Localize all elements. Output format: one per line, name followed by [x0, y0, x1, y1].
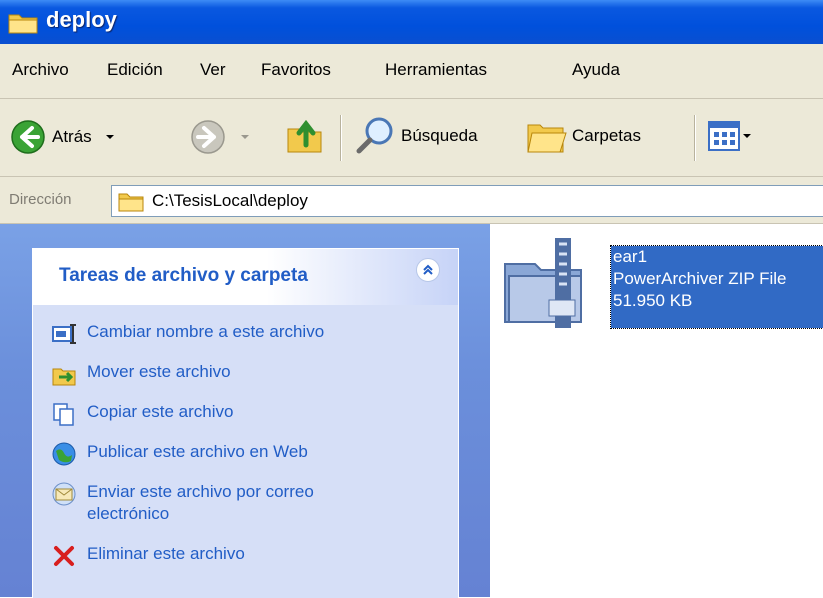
menu-herramientas[interactable]: Herramientas	[385, 60, 487, 80]
menu-bar: Archivo Edición Ver Favoritos Herramient…	[0, 44, 823, 99]
chevron-down-icon[interactable]	[742, 132, 752, 140]
file-tasks-panel: Tareas de archivo y carpeta Cambiar nomb…	[32, 248, 459, 598]
file-list: ear1 PowerArchiver ZIP File 51.950 KB	[491, 224, 823, 597]
menu-ayuda[interactable]: Ayuda	[572, 60, 620, 80]
chevron-down-icon[interactable]	[104, 132, 116, 142]
task-delete[interactable]: Eliminar este archivo	[51, 543, 397, 569]
toolbar: Atrás Búsqueda Carpetas	[0, 99, 823, 177]
menu-edicion[interactable]: Edición	[107, 60, 163, 80]
views-button[interactable]	[708, 121, 752, 151]
file-size: 51.950 KB	[613, 291, 693, 310]
task-label: Mover este archivo	[87, 362, 231, 381]
panel-title: Tareas de archivo y carpeta	[59, 265, 308, 286]
forward-arrow-icon	[191, 120, 225, 154]
task-move[interactable]: Mover este archivo	[51, 361, 397, 387]
task-email[interactable]: Enviar este archivo por correo electróni…	[51, 481, 397, 525]
rename-icon	[52, 324, 76, 344]
task-copy[interactable]: Copiar este archivo	[51, 401, 397, 427]
move-icon	[52, 368, 76, 386]
file-type: PowerArchiver ZIP File	[613, 269, 787, 288]
folders-button[interactable]: Carpetas	[526, 117, 641, 155]
folders-icon	[527, 124, 567, 153]
address-path: C:\TesisLocal\deploy	[152, 191, 308, 210]
task-label: Publicar este archivo en Web	[87, 442, 308, 461]
copy-icon	[53, 403, 74, 426]
zip-archive-icon	[504, 238, 582, 328]
task-label: Copiar este archivo	[87, 402, 234, 421]
delete-icon	[54, 546, 74, 566]
forward-button[interactable]	[190, 119, 250, 155]
back-label: Atrás	[52, 127, 92, 146]
task-label: Enviar este archivo por correo electróni…	[87, 482, 314, 523]
back-button[interactable]: Atrás	[10, 119, 116, 155]
file-selection[interactable]: ear1 PowerArchiver ZIP File 51.950 KB	[610, 245, 823, 329]
file-name: ear1	[613, 247, 648, 266]
task-rename[interactable]: Cambiar nombre a este archivo	[51, 321, 397, 347]
chevron-up-icon	[423, 264, 433, 275]
email-icon	[52, 482, 76, 506]
task-label: Eliminar este archivo	[87, 544, 245, 563]
task-publish-web[interactable]: Publicar este archivo en Web	[51, 441, 397, 467]
address-input[interactable]: C:\TesisLocal\deploy	[111, 185, 823, 217]
search-label: Búsqueda	[401, 126, 478, 145]
folder-icon	[118, 193, 144, 212]
menu-archivo[interactable]: Archivo	[12, 60, 69, 80]
collapse-button[interactable]	[416, 258, 440, 282]
task-label: Cambiar nombre a este archivo	[87, 322, 325, 341]
address-label: Dirección	[9, 191, 72, 208]
window-title: deploy	[46, 7, 117, 32]
up-folder-icon	[287, 119, 322, 153]
views-icon	[708, 121, 740, 151]
menu-ver[interactable]: Ver	[200, 60, 226, 80]
task-pane: Tareas de archivo y carpeta Cambiar nomb…	[0, 224, 490, 598]
title-bar: deploy	[0, 0, 823, 44]
address-bar: Dirección C:\TesisLocal\deploy	[0, 177, 823, 224]
publish-web-icon	[52, 442, 76, 466]
folders-label: Carpetas	[572, 126, 641, 145]
search-button[interactable]: Búsqueda	[355, 115, 478, 157]
folder-icon	[8, 14, 38, 34]
back-arrow-icon	[11, 120, 45, 154]
chevron-down-icon[interactable]	[240, 133, 250, 141]
panel-header[interactable]: Tareas de archivo y carpeta	[33, 249, 458, 305]
up-folder-button[interactable]	[286, 115, 326, 155]
search-icon	[356, 117, 393, 154]
menu-favoritos[interactable]: Favoritos	[261, 60, 331, 80]
